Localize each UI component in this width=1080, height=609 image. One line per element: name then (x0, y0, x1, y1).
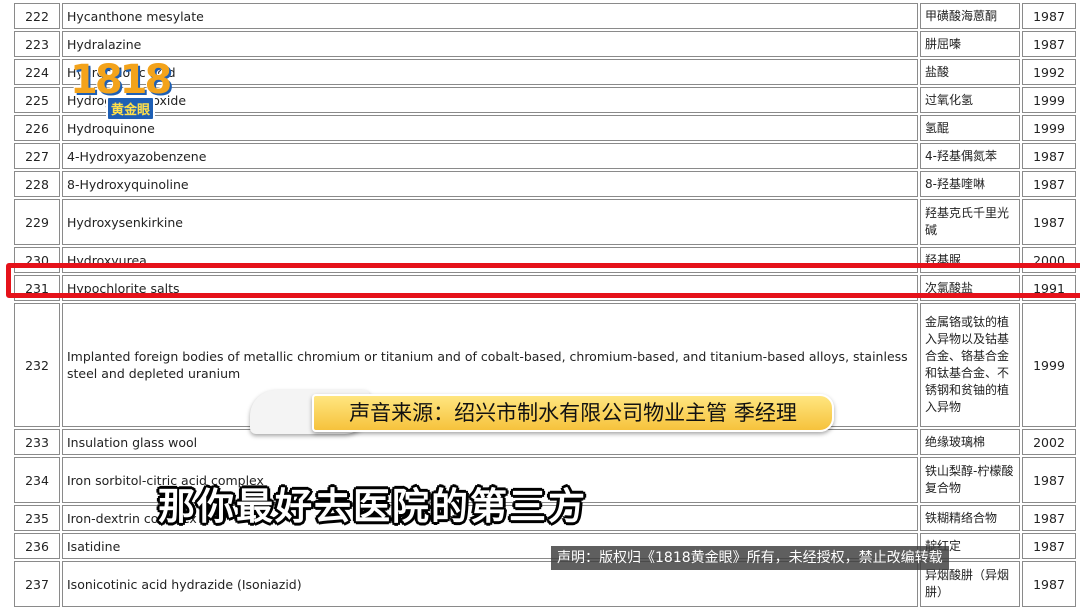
agent-name-zh: 铁山梨醇-柠檬酸复合物 (920, 457, 1020, 503)
year-cell: 1987 (1022, 199, 1076, 245)
year-cell: 1992 (1022, 59, 1076, 85)
channel-logo: 1818 黄金眼 (70, 58, 172, 124)
year-cell: 1987 (1022, 505, 1076, 531)
table-row: 227 4-Hydroxyazobenzene 4-羟基偶氮苯 1987 (14, 143, 1076, 169)
table-row: 225 Hydrogen peroxide 过氧化氢 1999 (14, 87, 1076, 113)
row-number: 226 (14, 115, 60, 141)
row-number: 233 (14, 429, 60, 455)
table-row: 228 8-Hydroxyquinoline 8-羟基喹啉 1987 (14, 171, 1076, 197)
agent-name: 8-Hydroxyquinoline (62, 171, 918, 197)
year-cell: 1999 (1022, 303, 1076, 427)
row-number: 232 (14, 303, 60, 427)
year-cell: 1999 (1022, 87, 1076, 113)
source-banner: 声音来源：绍兴市制水有限公司物业主管 季经理 (250, 390, 834, 434)
agent-name-zh: 金属铬或钛的植入异物以及钴基合金、铬基合金和钛基合金、不锈钢和贫铀的植入异物 (920, 303, 1020, 427)
agent-name: Hydralazine (62, 31, 918, 57)
year-cell: 1999 (1022, 115, 1076, 141)
agent-name-zh: 过氧化氢 (920, 87, 1020, 113)
table-row: 222 Hycanthone mesylate 甲磺酸海蒽酮 1987 (14, 3, 1076, 29)
agent-name: Hycanthone mesylate (62, 3, 918, 29)
row-number: 227 (14, 143, 60, 169)
row-number: 224 (14, 59, 60, 85)
logo-name: 黄金眼 (106, 96, 156, 121)
agent-name-zh: 氢醌 (920, 115, 1020, 141)
source-banner-text: 声音来源：绍兴市制水有限公司物业主管 季经理 (312, 394, 834, 432)
agent-name: Hydroxysenkirkine (62, 199, 918, 245)
agent-name-zh: 绝缘玻璃棉 (920, 429, 1020, 455)
highlight-box (6, 263, 1080, 298)
agent-name-zh: 盐酸 (920, 59, 1020, 85)
year-cell: 1987 (1022, 457, 1076, 503)
agent-name: Hydrochloric acid (62, 59, 918, 85)
row-number: 229 (14, 199, 60, 245)
row-number: 237 (14, 561, 60, 607)
row-number: 223 (14, 31, 60, 57)
row-number: 236 (14, 533, 60, 559)
agent-name-zh: 甲磺酸海蒽酮 (920, 3, 1020, 29)
table-row: 226 Hydroquinone 氢醌 1999 (14, 115, 1076, 141)
agent-name-zh: 肼屈嗪 (920, 31, 1020, 57)
table-row: 224 Hydrochloric acid 盐酸 1992 (14, 59, 1076, 85)
table-row: 229 Hydroxysenkirkine 羟基克氏千里光碱 1987 (14, 199, 1076, 245)
year-cell: 1987 (1022, 143, 1076, 169)
row-number: 222 (14, 3, 60, 29)
table-row: 223 Hydralazine 肼屈嗪 1987 (14, 31, 1076, 57)
copyright-notice: 声明：版权归《1818黄金眼》所有，未经授权，禁止改编转载 (551, 546, 949, 570)
year-cell: 1987 (1022, 31, 1076, 57)
row-number: 225 (14, 87, 60, 113)
agent-name: Hydrogen peroxide (62, 87, 918, 113)
agent-name: Hydroquinone (62, 115, 918, 141)
subtitle-caption: 那你最好去医院的第三方 (158, 485, 587, 528)
year-cell: 1987 (1022, 171, 1076, 197)
year-cell: 1987 (1022, 533, 1076, 559)
year-cell: 1987 (1022, 561, 1076, 607)
row-number: 228 (14, 171, 60, 197)
year-cell: 2002 (1022, 429, 1076, 455)
agent-name: 4-Hydroxyazobenzene (62, 143, 918, 169)
row-number: 234 (14, 457, 60, 503)
video-frame: 222 Hycanthone mesylate 甲磺酸海蒽酮 1987 223 … (0, 0, 1080, 608)
year-cell: 1987 (1022, 3, 1076, 29)
row-number: 235 (14, 505, 60, 531)
agent-name-zh: 铁糊精络合物 (920, 505, 1020, 531)
agent-name-zh: 4-羟基偶氮苯 (920, 143, 1020, 169)
agent-name-zh: 8-羟基喹啉 (920, 171, 1020, 197)
agent-name-zh: 羟基克氏千里光碱 (920, 199, 1020, 245)
